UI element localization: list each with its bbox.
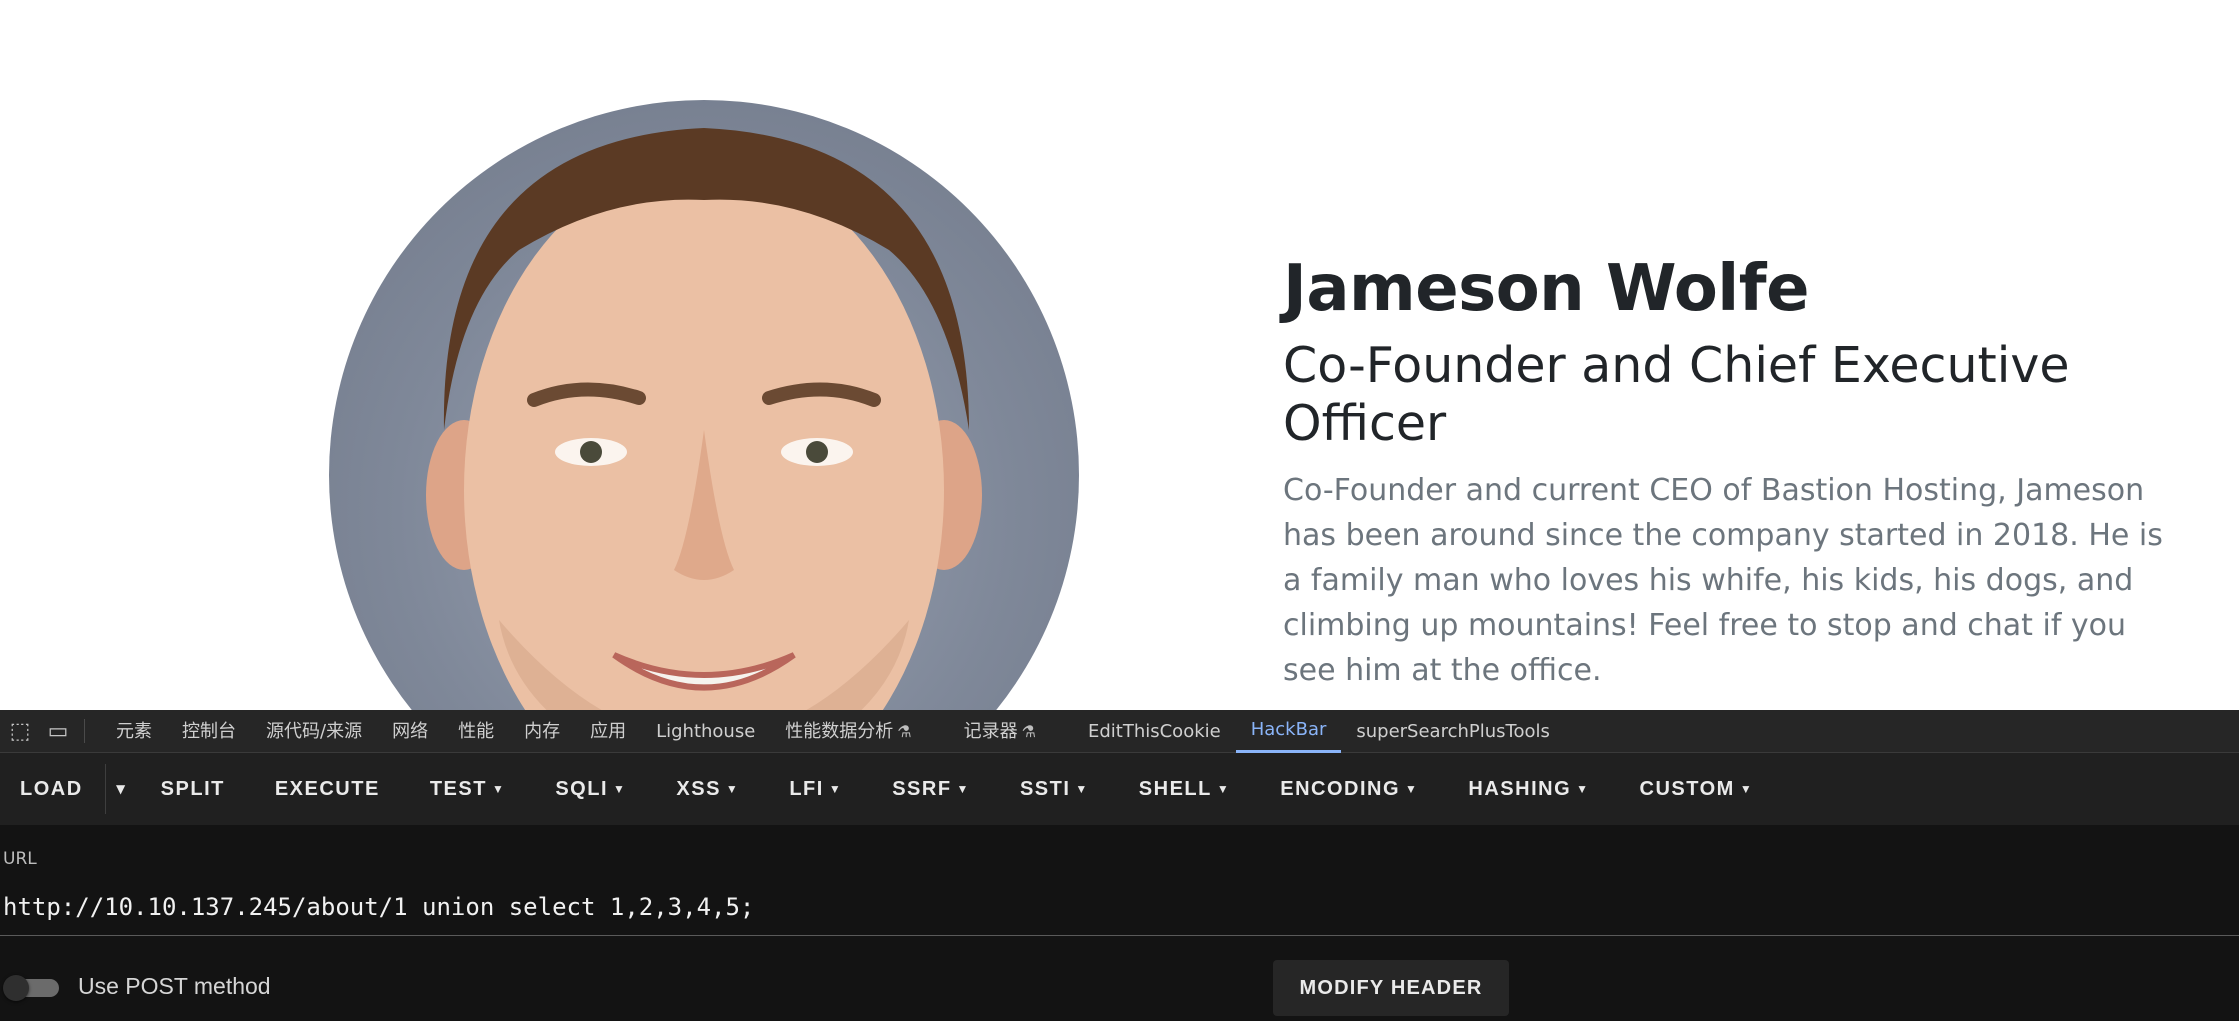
chevron-down-icon: ▼ <box>491 782 506 796</box>
xss-menu-button[interactable]: XSS ▼ <box>651 753 764 825</box>
tab-performance-insights[interactable]: 性能数据分析 ⚗ <box>770 710 926 753</box>
chevron-down-icon: ▼ <box>828 782 843 796</box>
flask-icon: ⚗ <box>897 721 912 741</box>
xss-label: XSS <box>676 778 721 800</box>
tab-application[interactable]: 应用 <box>575 710 641 753</box>
ssti-menu-button[interactable]: SSTI ▼ <box>995 753 1114 825</box>
ssti-label: SSTI <box>1019 778 1071 800</box>
shell-label: SHELL <box>1138 778 1212 800</box>
execute-button[interactable]: EXECUTE <box>250 753 405 825</box>
split-button[interactable]: SPLIT <box>136 753 250 825</box>
chevron-down-icon: ▼ <box>1075 782 1089 796</box>
profile-bio: Co-Founder and current CEO of Bastion Ho… <box>1283 473 2163 688</box>
chevron-down-icon: ▼ <box>1216 782 1231 796</box>
profile-role: Co-Founder and Chief Executive Officer <box>1283 337 2070 452</box>
tab-recorder[interactable]: 记录器 ⚗ <box>949 710 1051 753</box>
load-dropdown-chevron-down-icon[interactable]: ▼ <box>106 782 136 796</box>
hashing-menu-button[interactable]: HASHING ▼ <box>1443 753 1614 825</box>
custom-menu-button[interactable]: CUSTOM ▼ <box>1615 753 1779 825</box>
ssrf-menu-button[interactable]: SSRF ▼ <box>867 753 995 825</box>
chevron-down-icon: ▼ <box>613 782 627 796</box>
lfi-label: LFI <box>789 778 824 800</box>
tab-performance[interactable]: 性能 <box>443 710 509 753</box>
device-toolbar-icon[interactable]: ▭ <box>40 719 76 744</box>
custom-label: CUSTOM <box>1639 778 1735 800</box>
chevron-down-icon: ▼ <box>725 782 740 796</box>
tab-memory[interactable]: 内存 <box>509 710 575 753</box>
profile-name: Jameson Wolfe <box>1283 252 1809 326</box>
about-page: Jameson Wolfe Co-Founder and Chief Execu… <box>0 0 2239 710</box>
encoding-label: ENCODING <box>1280 778 1401 800</box>
tab-editthiscookie[interactable]: EditThisCookie <box>1073 710 1236 753</box>
toggle-knob <box>3 975 29 1001</box>
profile-photo <box>329 100 1079 710</box>
modify-header-button[interactable]: MODIFY HEADER <box>1273 960 1509 1016</box>
tab-lighthouse[interactable]: Lighthouse <box>641 710 770 753</box>
post-method-label: Use POST method <box>78 973 271 999</box>
test-menu-button[interactable]: TEST ▼ <box>405 753 531 825</box>
chevron-down-icon: ▼ <box>1405 782 1419 796</box>
url-input[interactable] <box>0 878 2239 936</box>
tab-hackbar[interactable]: HackBar <box>1235 710 1342 753</box>
url-label: URL <box>3 849 37 869</box>
chevron-down-icon: ▼ <box>1739 782 1754 796</box>
sqli-label: SQLI <box>555 778 608 800</box>
tab-supersearchplustools[interactable]: superSearchPlusTools <box>1341 710 1565 753</box>
tab-performance-insights-label: 性能数据分析 <box>785 720 894 742</box>
post-method-toggle[interactable] <box>3 975 59 1001</box>
tab-sources[interactable]: 源代码/来源 <box>251 710 377 753</box>
tab-recorder-label: 记录器 <box>963 720 1018 742</box>
devtools-tab-bar: ⬚ ▭ 元素 控制台 源代码/来源 网络 性能 内存 应用 Lighthouse… <box>0 710 2239 753</box>
load-button[interactable]: LOAD <box>0 753 105 825</box>
encoding-menu-button[interactable]: ENCODING ▼ <box>1255 753 1443 825</box>
tab-elements[interactable]: 元素 <box>101 710 167 753</box>
chevron-down-icon: ▼ <box>1576 782 1590 796</box>
tab-separator <box>84 719 85 743</box>
devtools-panel: ⬚ ▭ 元素 控制台 源代码/来源 网络 性能 内存 应用 Lighthouse… <box>0 710 2239 1021</box>
sqli-menu-button[interactable]: SQLI ▼ <box>530 753 651 825</box>
tab-console[interactable]: 控制台 <box>167 710 251 753</box>
shell-menu-button[interactable]: SHELL ▼ <box>1114 753 1255 825</box>
ssrf-label: SSRF <box>892 778 952 800</box>
chevron-down-icon: ▼ <box>956 782 970 796</box>
inspect-icon[interactable]: ⬚ <box>2 719 38 744</box>
tab-network[interactable]: 网络 <box>377 710 443 753</box>
test-label: TEST <box>429 778 487 800</box>
flask-icon: ⚗ <box>1021 721 1036 741</box>
lfi-menu-button[interactable]: LFI ▼ <box>764 753 867 825</box>
hackbar-toolbar: LOAD ▼ SPLIT EXECUTE TEST ▼ SQLI ▼ XSS ▼ LF… <box>0 753 2239 825</box>
hashing-label: HASHING <box>1468 778 1572 800</box>
